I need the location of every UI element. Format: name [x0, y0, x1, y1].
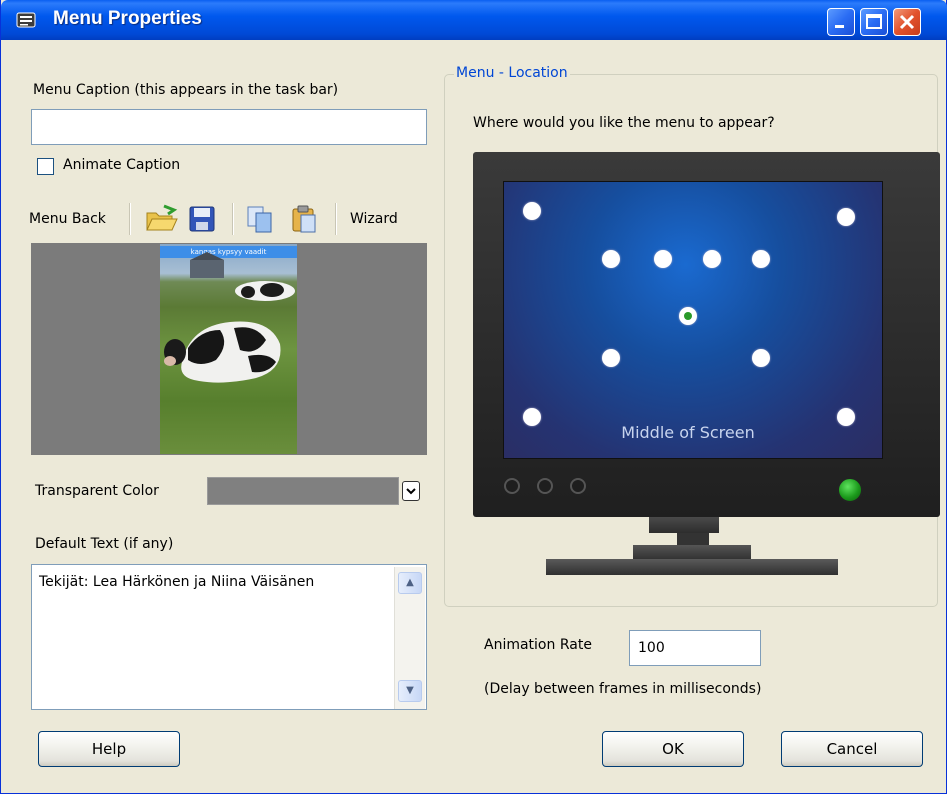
- monitor-knob: [504, 478, 520, 494]
- menu-caption-label: Menu Caption (this appears in the task b…: [33, 82, 339, 98]
- monitor-stand: [633, 545, 751, 559]
- animation-rate-label: Animation Rate: [484, 637, 592, 653]
- default-text-scrollbar[interactable]: ▲ ▼: [394, 567, 425, 709]
- monitor-stand-foot: [546, 559, 838, 575]
- position-upper-1[interactable]: [602, 250, 620, 268]
- color-dropdown-button[interactable]: [402, 481, 420, 501]
- position-upper-2[interactable]: [654, 250, 672, 268]
- minimize-icon: [835, 25, 844, 28]
- position-lower-right[interactable]: [752, 349, 770, 367]
- window-title: Menu Properties: [53, 8, 202, 29]
- animation-rate-input[interactable]: [629, 630, 761, 666]
- default-text-value: Tekijät: Lea Härkönen ja Niina Väisänen: [39, 574, 315, 590]
- monitor-stand: [649, 517, 719, 533]
- background-photo: kangas kypsyy vaadit: [160, 244, 297, 454]
- animation-rate-hint: (Delay between frames in milliseconds): [484, 681, 762, 697]
- location-question: Where would you like the menu to appear?: [473, 115, 775, 131]
- close-icon: [899, 14, 915, 30]
- menu-caption-input[interactable]: [31, 109, 427, 145]
- power-led-icon: [837, 477, 863, 503]
- copy-icon[interactable]: [245, 204, 275, 234]
- chevron-down-icon: [406, 488, 416, 495]
- toolbar-separator: [335, 203, 337, 235]
- paste-icon[interactable]: [289, 204, 319, 234]
- maximize-button[interactable]: [860, 8, 888, 36]
- position-upper-4[interactable]: [752, 250, 770, 268]
- position-middle-selected[interactable]: [679, 307, 697, 325]
- toolbar-separator: [129, 203, 131, 235]
- monitor-knob: [570, 478, 586, 494]
- selected-position-caption: Middle of Screen: [621, 423, 755, 442]
- cancel-button[interactable]: Cancel: [781, 731, 923, 767]
- transparent-color-label: Transparent Color: [35, 483, 159, 499]
- position-top-right[interactable]: [837, 208, 855, 226]
- close-button[interactable]: [893, 8, 921, 36]
- ok-button[interactable]: OK: [602, 731, 744, 767]
- scroll-down-icon[interactable]: ▼: [398, 680, 422, 702]
- animate-caption-label: Animate Caption: [63, 157, 181, 173]
- monitor-stand: [677, 533, 709, 545]
- minimize-button[interactable]: [827, 8, 855, 36]
- open-folder-icon[interactable]: [144, 204, 178, 234]
- menu-location-legend: Menu - Location: [454, 65, 570, 81]
- wizard-button[interactable]: Wizard: [350, 211, 398, 227]
- toolbar-separator: [232, 203, 234, 235]
- help-button[interactable]: Help: [38, 731, 180, 767]
- monitor-knob: [537, 478, 553, 494]
- position-upper-3[interactable]: [703, 250, 721, 268]
- menu-back-label: Menu Back: [29, 211, 106, 227]
- app-icon: [16, 12, 36, 28]
- scroll-up-icon[interactable]: ▲: [398, 572, 422, 594]
- position-top-left[interactable]: [523, 202, 541, 220]
- position-lower-left[interactable]: [602, 349, 620, 367]
- animate-caption-checkbox[interactable]: [37, 158, 54, 175]
- save-icon[interactable]: [188, 205, 216, 233]
- default-text-label: Default Text (if any): [35, 536, 174, 552]
- title-bar[interactable]: Menu Properties: [1, 0, 947, 40]
- menu-properties-dialog: Menu Properties Menu Caption (this appea…: [0, 0, 947, 794]
- transparent-color-swatch[interactable]: [207, 477, 399, 505]
- cow-illustration: [164, 252, 295, 383]
- maximize-icon: [866, 14, 882, 29]
